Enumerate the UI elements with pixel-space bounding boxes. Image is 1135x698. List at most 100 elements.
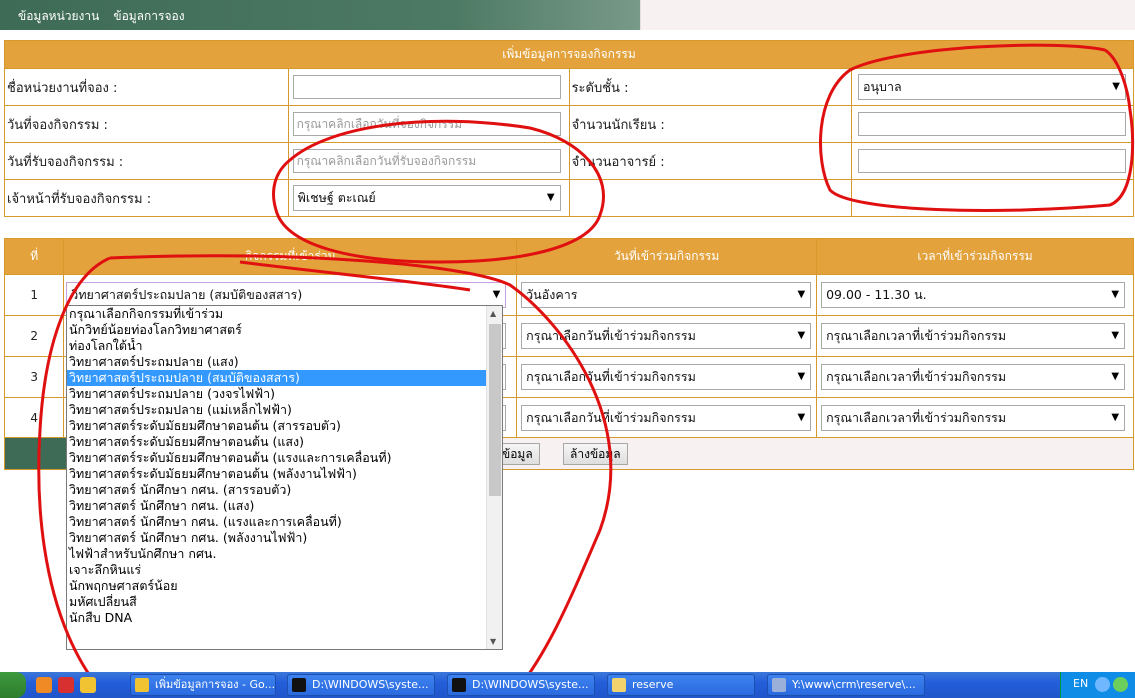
time-select-2[interactable]: กรุณาเลือกเวลาที่เข้าร่วมกิจกรรม ▼ bbox=[821, 323, 1126, 349]
date-select-3[interactable]: กรุณาเลือกวันที่เข้าร่วมกิจกรรม ▼ bbox=[521, 364, 812, 390]
task-folder[interactable]: reserve bbox=[607, 674, 755, 696]
chevron-down-icon: ▼ bbox=[1111, 330, 1120, 341]
chevron-down-icon: ▼ bbox=[1111, 289, 1120, 300]
row-number: 1 bbox=[3, 274, 65, 316]
scroll-down-icon[interactable]: ▼ bbox=[490, 637, 496, 646]
chevron-down-icon: ▼ bbox=[797, 330, 806, 341]
activity-select-value: วิทยาศาสตร์ประถมปลาย (สมบัติของสสาร) bbox=[71, 287, 303, 302]
task-editor[interactable]: Y:\www\crm\reserve\... bbox=[767, 674, 925, 696]
dropdown-option[interactable]: กรุณาเลือกกิจกรรมที่เข้าร่วม bbox=[67, 306, 487, 322]
nav-link-unit-info[interactable]: ข้อมูลหน่วยงาน bbox=[18, 7, 99, 26]
date-select-value: กรุณาเลือกวันที่เข้าร่วมกิจกรรม bbox=[526, 369, 696, 384]
dropdown-option[interactable]: วิทยาศาสตร์ระดับมัธยมศึกษาตอนต้น (พลังงา… bbox=[67, 466, 487, 482]
task-cmd-1[interactable]: D:\WINDOWS\syste... bbox=[287, 674, 435, 696]
dropdown-option[interactable]: เจาะลึกหินแร่ bbox=[67, 562, 487, 578]
date-select-1[interactable]: วันอังคาร ▼ bbox=[521, 282, 812, 308]
network-icon[interactable] bbox=[1113, 677, 1128, 692]
chevron-down-icon: ▼ bbox=[797, 412, 806, 423]
form-header: เพิ่มข้อมูลการจองกิจกรรม bbox=[4, 40, 1134, 69]
nav-links: ข้อมูลหน่วยงาน ข้อมูลการจอง bbox=[18, 7, 185, 26]
col-header-no: ที่ bbox=[3, 238, 65, 275]
date-select-value: กรุณาเลือกวันที่เข้าร่วมกิจกรรม bbox=[526, 328, 696, 343]
dropdown-option[interactable]: วิทยาศาสตร์ นักศึกษา กศน. (พลังงานไฟฟ้า) bbox=[67, 530, 487, 546]
pdf-icon[interactable] bbox=[36, 677, 52, 693]
folder-icon bbox=[612, 678, 626, 692]
students-label: จำนวนนักเรียน : bbox=[571, 117, 665, 133]
date-select-2[interactable]: กรุณาเลือกวันที่เข้าร่วมกิจกรรม ▼ bbox=[521, 323, 812, 349]
receive-date-input[interactable]: กรุณาคลิกเลือกวันที่รับจองกิจกรรม bbox=[292, 149, 561, 173]
time-select-value: กรุณาเลือกเวลาที่เข้าร่วมกิจกรรม bbox=[826, 410, 1007, 425]
chevron-down-icon: ▼ bbox=[546, 192, 555, 203]
unit-name-input[interactable] bbox=[292, 75, 561, 99]
dropdown-option[interactable]: วิทยาศาสตร์ประถมปลาย (วงจรไฟฟ้า) bbox=[67, 386, 487, 402]
dropdown-option[interactable]: มหัศเปลี่ยนสี bbox=[67, 594, 487, 610]
chevron-down-icon: ▼ bbox=[1111, 412, 1120, 423]
terminal-icon bbox=[452, 678, 466, 692]
students-count-input[interactable] bbox=[858, 112, 1126, 136]
unit-label: ชื่อหน่วยงานที่จอง : bbox=[7, 80, 118, 96]
booking-date-label: วันที่จองกิจกรรม : bbox=[7, 117, 108, 133]
dropdown-options: กรุณาเลือกกิจกรรมที่เข้าร่วม นักวิทย์น้อย… bbox=[67, 306, 502, 626]
time-select-4[interactable]: กรุณาเลือกเวลาที่เข้าร่วมกิจกรรม ▼ bbox=[821, 405, 1126, 431]
dropdown-option[interactable]: นักพฤกษศาสตร์น้อย bbox=[67, 578, 487, 594]
dropdown-option[interactable]: นักสืบ DNA bbox=[67, 610, 487, 626]
dropdown-option[interactable]: วิทยาศาสตร์ นักศึกษา กศน. (สารรอบตัว) bbox=[67, 482, 487, 498]
staff-select[interactable]: พิเชษฐ์ ตะเณย์ ▼ bbox=[292, 185, 561, 211]
teachers-count-input[interactable] bbox=[858, 149, 1126, 173]
task-browser[interactable]: เพิ่มข้อมูลการจอง - Go... bbox=[130, 674, 276, 696]
scroll-up-icon[interactable]: ▲ bbox=[490, 309, 496, 318]
task-label: reserve bbox=[632, 678, 674, 691]
task-label: D:\WINDOWS\syste... bbox=[472, 678, 589, 691]
chrome-icon[interactable] bbox=[80, 677, 96, 693]
chevron-down-icon: ▼ bbox=[1111, 371, 1120, 382]
editor-icon bbox=[772, 678, 786, 692]
booking-form-table: เพิ่มข้อมูลการจองกิจกรรม ชื่อหน่วยงานที่… bbox=[4, 40, 1134, 217]
booking-date-input[interactable]: กรุณาคลิกเลือกวันที่จองกิจกรรม bbox=[292, 112, 561, 136]
dropdown-option[interactable]: ไฟฟ้าสำหรับนักศึกษา กศน. bbox=[67, 546, 487, 562]
dropdown-option[interactable]: วิทยาศาสตร์ระดับมัธยมศึกษาตอนต้น (แรงและ… bbox=[67, 450, 487, 466]
app-icon[interactable] bbox=[58, 677, 74, 693]
level-select-value: อนุบาล bbox=[863, 79, 902, 94]
time-select-3[interactable]: กรุณาเลือกเวลาที่เข้าร่วมกิจกรรม ▼ bbox=[821, 364, 1126, 390]
row-number: 3 bbox=[3, 356, 65, 398]
dropdown-option[interactable]: วิทยาศาสตร์ประถมปลาย (แสง) bbox=[67, 354, 487, 370]
time-select-value: กรุณาเลือกเวลาที่เข้าร่วมกิจกรรม bbox=[826, 369, 1007, 384]
dropdown-option[interactable]: วิทยาศาสตร์ระดับมัธยมศึกษาตอนต้น (สารรอบ… bbox=[67, 418, 487, 434]
nav-link-booking-info[interactable]: ข้อมูลการจอง bbox=[113, 7, 184, 26]
language-indicator[interactable]: EN bbox=[1073, 677, 1088, 690]
level-select[interactable]: อนุบาล ▼ bbox=[858, 74, 1126, 100]
system-tray: EN bbox=[1060, 672, 1135, 698]
date-select-4[interactable]: กรุณาเลือกวันที่เข้าร่วมกิจกรรม ▼ bbox=[521, 405, 812, 431]
start-button[interactable] bbox=[0, 672, 26, 698]
clear-button[interactable]: ล้างข้อมูล bbox=[563, 443, 628, 465]
dropdown-option[interactable]: นักวิทย์น้อยท่องโลกวิทยาศาสตร์ bbox=[67, 322, 487, 338]
col-header-time: เวลาที่เข้าร่วมกิจกรรม bbox=[816, 238, 1134, 275]
back-icon[interactable] bbox=[1095, 677, 1110, 692]
date-select-value: กรุณาเลือกวันที่เข้าร่วมกิจกรรม bbox=[526, 410, 696, 425]
row-number: 4 bbox=[3, 397, 65, 439]
terminal-icon bbox=[292, 678, 306, 692]
dropdown-option[interactable]: ท่องโลกใต้น้ำ bbox=[67, 338, 487, 354]
dropdown-scrollbar[interactable]: ▲ ▼ bbox=[486, 306, 502, 649]
date-select-value: วันอังคาร bbox=[526, 287, 578, 302]
task-cmd-2[interactable]: D:\WINDOWS\syste... bbox=[447, 674, 595, 696]
time-select-1[interactable]: 09.00 - 11.30 น. ▼ bbox=[821, 282, 1126, 308]
staff-select-value: พิเชษฐ์ ตะเณย์ bbox=[297, 190, 376, 205]
activity-dropdown-list[interactable]: กรุณาเลือกกิจกรรมที่เข้าร่วม นักวิทย์น้อย… bbox=[66, 305, 503, 650]
chevron-down-icon: ▼ bbox=[492, 289, 501, 300]
empty-cell bbox=[568, 179, 853, 217]
dropdown-option[interactable]: วิทยาศาสตร์ประถมปลาย (แม่เหล็กไฟฟ้า) bbox=[67, 402, 487, 418]
dropdown-option[interactable]: วิทยาศาสตร์ระดับมัธยมศึกษาตอนต้น (แสง) bbox=[67, 434, 487, 450]
empty-cell bbox=[851, 179, 1134, 217]
level-label: ระดับชั้น : bbox=[571, 80, 629, 96]
row-number: 2 bbox=[3, 315, 65, 357]
scrollbar-thumb[interactable] bbox=[489, 324, 501, 496]
top-nav-bar: ข้อมูลหน่วยงาน ข้อมูลการจอง bbox=[0, 0, 1135, 30]
top-right-panel bbox=[640, 0, 1135, 30]
dropdown-option[interactable]: วิทยาศาสตร์ นักศึกษา กศน. (แรงและการเคลื… bbox=[67, 514, 487, 530]
teachers-label: จำนวนอาจารย์ : bbox=[571, 154, 665, 170]
task-label: เพิ่มข้อมูลการจอง - Go... bbox=[155, 678, 276, 691]
dropdown-option[interactable]: วิทยาศาสตร์ประถมปลาย (สมบัติของสสาร) bbox=[67, 370, 487, 386]
time-select-value: 09.00 - 11.30 น. bbox=[826, 287, 927, 302]
dropdown-option[interactable]: วิทยาศาสตร์ นักศึกษา กศน. (แสง) bbox=[67, 498, 487, 514]
